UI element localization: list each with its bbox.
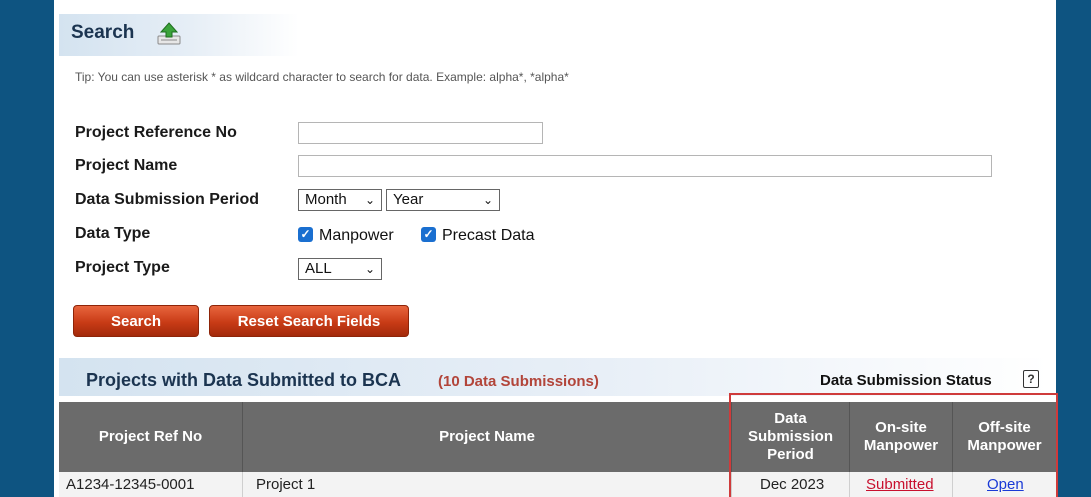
top-strip bbox=[54, 0, 1056, 10]
search-title: Search bbox=[71, 22, 135, 43]
upload-icon[interactable] bbox=[156, 22, 182, 46]
year-select-value: Year bbox=[393, 191, 424, 208]
project-type-label: Project Type bbox=[75, 259, 170, 276]
help-icon[interactable]: ? bbox=[1023, 370, 1039, 388]
search-button[interactable]: Search bbox=[73, 305, 199, 337]
highlight-box bbox=[729, 393, 1058, 497]
data-type-label: Data Type bbox=[75, 225, 151, 242]
year-select[interactable]: Year ⌄ bbox=[386, 189, 500, 211]
chevron-down-icon: ⌄ bbox=[364, 193, 375, 207]
project-type-select[interactable]: ALL ⌄ bbox=[298, 258, 382, 280]
project-name-label: Project Name bbox=[75, 157, 178, 174]
chevron-down-icon: ⌄ bbox=[482, 193, 493, 207]
right-sidebar-band bbox=[1056, 0, 1091, 497]
results-title: Projects with Data Submitted to BCA bbox=[86, 370, 402, 390]
cell-project-name: Project 1 bbox=[256, 476, 316, 493]
month-select[interactable]: Month ⌄ bbox=[298, 189, 382, 211]
results-count: (10 Data Submissions) bbox=[438, 373, 599, 390]
col-header-project-name: Project Name bbox=[242, 402, 731, 472]
left-sidebar-band bbox=[0, 0, 54, 497]
period-label: Data Submission Period bbox=[75, 191, 260, 208]
data-submission-status-label: Data Submission Status bbox=[820, 372, 992, 389]
precast-checkbox-label[interactable]: Precast Data bbox=[442, 227, 534, 245]
project-name-input[interactable] bbox=[298, 155, 992, 177]
cell-project-ref: A1234-12345-0001 bbox=[66, 476, 195, 493]
row-divider bbox=[242, 472, 243, 497]
manpower-checkbox[interactable]: ✓ bbox=[298, 227, 313, 242]
month-select-value: Month bbox=[305, 191, 347, 208]
manpower-checkbox-label[interactable]: Manpower bbox=[319, 227, 394, 245]
project-type-select-value: ALL bbox=[305, 260, 332, 277]
col-header-project-ref: Project Ref No bbox=[59, 402, 242, 472]
chevron-down-icon: ⌄ bbox=[364, 262, 375, 276]
precast-checkbox[interactable]: ✓ bbox=[421, 227, 436, 242]
project-ref-label: Project Reference No bbox=[75, 124, 237, 141]
search-tip: Tip: You can use asterisk * as wildcard … bbox=[75, 70, 569, 84]
project-ref-input[interactable] bbox=[298, 122, 543, 144]
reset-search-button[interactable]: Reset Search Fields bbox=[209, 305, 409, 337]
